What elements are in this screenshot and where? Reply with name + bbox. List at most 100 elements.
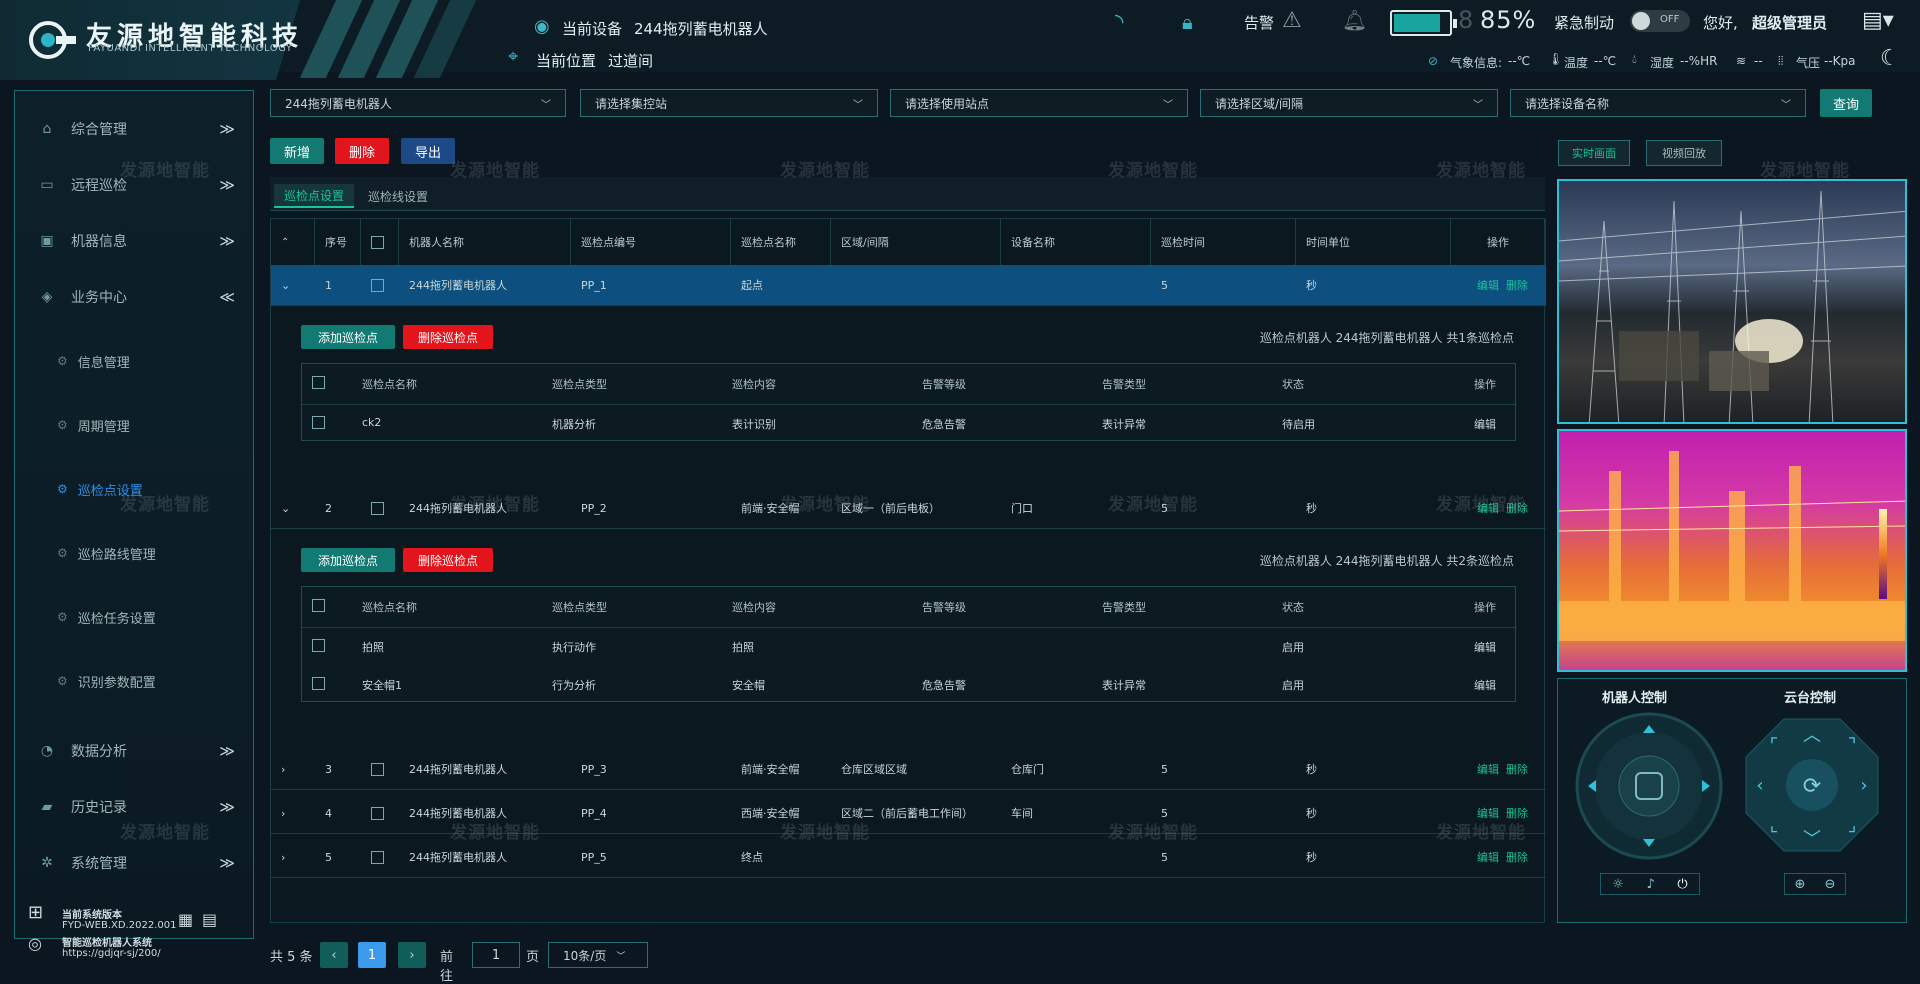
visible-camera-feed[interactable] <box>1557 179 1907 424</box>
signal-icon[interactable]: ◝ <box>1115 10 1124 35</box>
table-cell: 秒 <box>1306 763 1317 776</box>
warning-icon[interactable]: ⚠ <box>1282 8 1302 33</box>
sub-info-manage[interactable]: ⚙ 信息管理 <box>15 341 255 381</box>
system-url[interactable]: https://gdjqr-sj/200/ <box>62 948 161 959</box>
station-select[interactable]: 请选择集控站 ﹀ <box>580 89 878 117</box>
row-checkbox[interactable] <box>371 850 384 864</box>
zoom-in-icon[interactable]: ⊕ <box>1795 877 1806 892</box>
sub-select-all-checkbox[interactable] <box>312 599 325 612</box>
sub-cycle-manage[interactable]: ⚙ 周期管理 <box>15 405 255 445</box>
chevron-down-icon[interactable]: ⌄ <box>281 279 290 292</box>
grid-icon[interactable]: ▦ <box>178 910 193 929</box>
table-cell: 前端·安全帽 <box>741 763 800 776</box>
delete-point-button[interactable]: 删除巡检点 <box>403 325 493 349</box>
sub-header-cell <box>312 599 325 615</box>
settings-icon: ✲ <box>41 855 53 871</box>
sub-route-manage[interactable]: ⚙ 巡检路线管理 <box>15 533 255 573</box>
robot-select[interactable]: 244拖列蓄电机器人 ﹀ <box>270 89 566 117</box>
row-checkbox[interactable] <box>371 278 384 292</box>
ptz-joystick[interactable]: ⟳ ︿ ﹀ ‹ › ⌜ ⌝ ⌞ ⌟ <box>1744 717 1880 853</box>
watermark-text: 发源地智能 <box>1108 161 1198 181</box>
row-checkbox[interactable] <box>371 501 384 515</box>
sub-row-checkbox[interactable] <box>312 677 325 690</box>
weather-label: 气象信息: <box>1450 56 1503 70</box>
sub-cell: 行为分析 <box>552 679 596 692</box>
delete-button[interactable]: 删除 <box>335 138 389 164</box>
delete-point-button[interactable]: 删除巡检点 <box>403 548 493 572</box>
sub-header-cell: 告警等级 <box>922 378 966 391</box>
tab-realtime[interactable]: 实时画面 <box>1558 140 1630 166</box>
page-1-button[interactable]: 1 <box>358 942 386 968</box>
estop-toggle[interactable]: OFF <box>1630 10 1690 32</box>
light-icon[interactable]: ☼ <box>1612 877 1624 892</box>
sub-summary: 巡检点机器人 244拖列蓄电机器人 共2条巡检点 <box>1259 554 1514 568</box>
zoom-out-icon[interactable]: ⊖ <box>1825 877 1836 892</box>
next-page-button[interactable]: › <box>398 942 426 968</box>
chevron-down-icon[interactable]: ⌄ <box>281 502 290 515</box>
table-cell: 244拖列蓄电机器人 <box>409 851 507 864</box>
edit-link[interactable]: 编辑 <box>1477 277 1499 293</box>
tab-bar: 巡检点设置 巡检线设置 <box>270 177 1545 211</box>
nav-robot-info[interactable]: ▣ 机器信息 ≫ <box>15 219 255 263</box>
chevron-down-icon: ≫ <box>219 176 235 194</box>
page-label: 页 <box>526 950 540 965</box>
row-checkbox[interactable] <box>371 806 384 820</box>
edit-link[interactable]: 编辑 <box>1477 849 1499 865</box>
sub-row-checkbox[interactable] <box>312 639 325 652</box>
thermal-camera-feed[interactable] <box>1557 429 1907 672</box>
nav-system-manage[interactable]: ✲ 系统管理 ≫ <box>15 841 255 885</box>
chevron-right-icon[interactable]: › <box>281 807 285 820</box>
user-card-icon[interactable]: ▤▾ <box>1862 8 1894 33</box>
sub-edit-link[interactable]: 编辑 <box>1474 639 1496 655</box>
sub-header-cell: 巡检点类型 <box>552 378 607 391</box>
watermark-text: 发源地智能 <box>450 495 540 515</box>
device-select[interactable]: 请选择设备名称 ﹀ <box>1510 89 1806 117</box>
robot-joystick[interactable] <box>1574 711 1724 861</box>
mic-icon[interactable]: ♪ <box>1647 877 1655 892</box>
watermark-text: 发源地智能 <box>1760 161 1850 181</box>
query-button[interactable]: 查询 <box>1820 89 1872 117</box>
nav-comprehensive[interactable]: ⌂ 综合管理 ≫ <box>15 107 255 151</box>
windows-icon: ⊞ <box>28 902 44 923</box>
sub-header-cell <box>312 376 325 392</box>
power-icon[interactable]: ⏻ <box>1677 877 1687 892</box>
control-panel: 机器人控制 云台控制 ⟳ ︿ ﹀ ‹ › ⌜ ⌝ ⌞ ⌟ ☼ ♪ ⏻ ⊕ ⊖ <box>1557 678 1907 923</box>
delete-link[interactable]: 删除 <box>1506 849 1528 865</box>
chevron-right-icon[interactable]: › <box>281 851 285 864</box>
page-size-select[interactable]: 10条/页 ﹀ <box>548 942 648 968</box>
wind-icon: ≋ <box>1736 54 1747 68</box>
sub-header-cell: 操作 <box>1474 601 1496 614</box>
bell-icon[interactable]: 🔔︎ <box>1342 8 1367 32</box>
add-point-button[interactable]: 添加巡检点 <box>301 325 395 349</box>
chevron-right-icon[interactable]: › <box>281 763 285 776</box>
tab-point-settings[interactable]: 巡检点设置 <box>274 184 355 208</box>
sub-cell: 安全帽1 <box>362 679 402 692</box>
delete-link[interactable]: 删除 <box>1506 277 1528 293</box>
sub-recognition-params[interactable]: ⚙ 识别参数配置 <box>15 661 255 701</box>
tab-route-settings[interactable]: 巡检线设置 <box>358 184 438 208</box>
site-select[interactable]: 请选择使用站点 ﹀ <box>890 89 1188 117</box>
add-button[interactable]: 新增 <box>270 138 324 164</box>
version-info: ⊞ 当前系统版本 FYD-WEB.XD.2022.001 ▦ ▤ ◎ 智能巡检机… <box>14 898 254 968</box>
sub-edit-link[interactable]: 编辑 <box>1474 416 1496 432</box>
edit-link[interactable]: 编辑 <box>1477 761 1499 777</box>
sub-task-settings[interactable]: ⚙ 巡检任务设置 <box>15 597 255 637</box>
sub-select-all-checkbox[interactable] <box>312 376 325 389</box>
export-button[interactable]: 导出 <box>401 138 455 164</box>
tab-playback[interactable]: 视频回放 <box>1646 140 1722 166</box>
delete-link[interactable]: 删除 <box>1506 761 1528 777</box>
sub-edit-link[interactable]: 编辑 <box>1474 677 1496 693</box>
area-select[interactable]: 请选择区域/间隔 ﹀ <box>1200 89 1498 117</box>
lock-icon[interactable]: 🔒︎ <box>1182 10 1193 34</box>
sub-divider <box>302 404 1517 405</box>
sub-header-cell: 状态 <box>1282 378 1304 391</box>
prev-page-button[interactable]: ‹ <box>320 942 348 968</box>
sub-row-checkbox[interactable] <box>312 416 325 429</box>
nav-data-analysis[interactable]: ◔ 数据分析 ≫ <box>15 729 255 773</box>
goto-page-input[interactable]: 1 <box>472 942 520 968</box>
document-icon[interactable]: ▤ <box>202 910 217 929</box>
row-checkbox[interactable] <box>371 762 384 776</box>
select-all-checkbox[interactable] <box>371 235 384 249</box>
nav-business-center[interactable]: ◈ 业务中心 ≪ <box>15 275 255 319</box>
add-point-button[interactable]: 添加巡检点 <box>301 548 395 572</box>
